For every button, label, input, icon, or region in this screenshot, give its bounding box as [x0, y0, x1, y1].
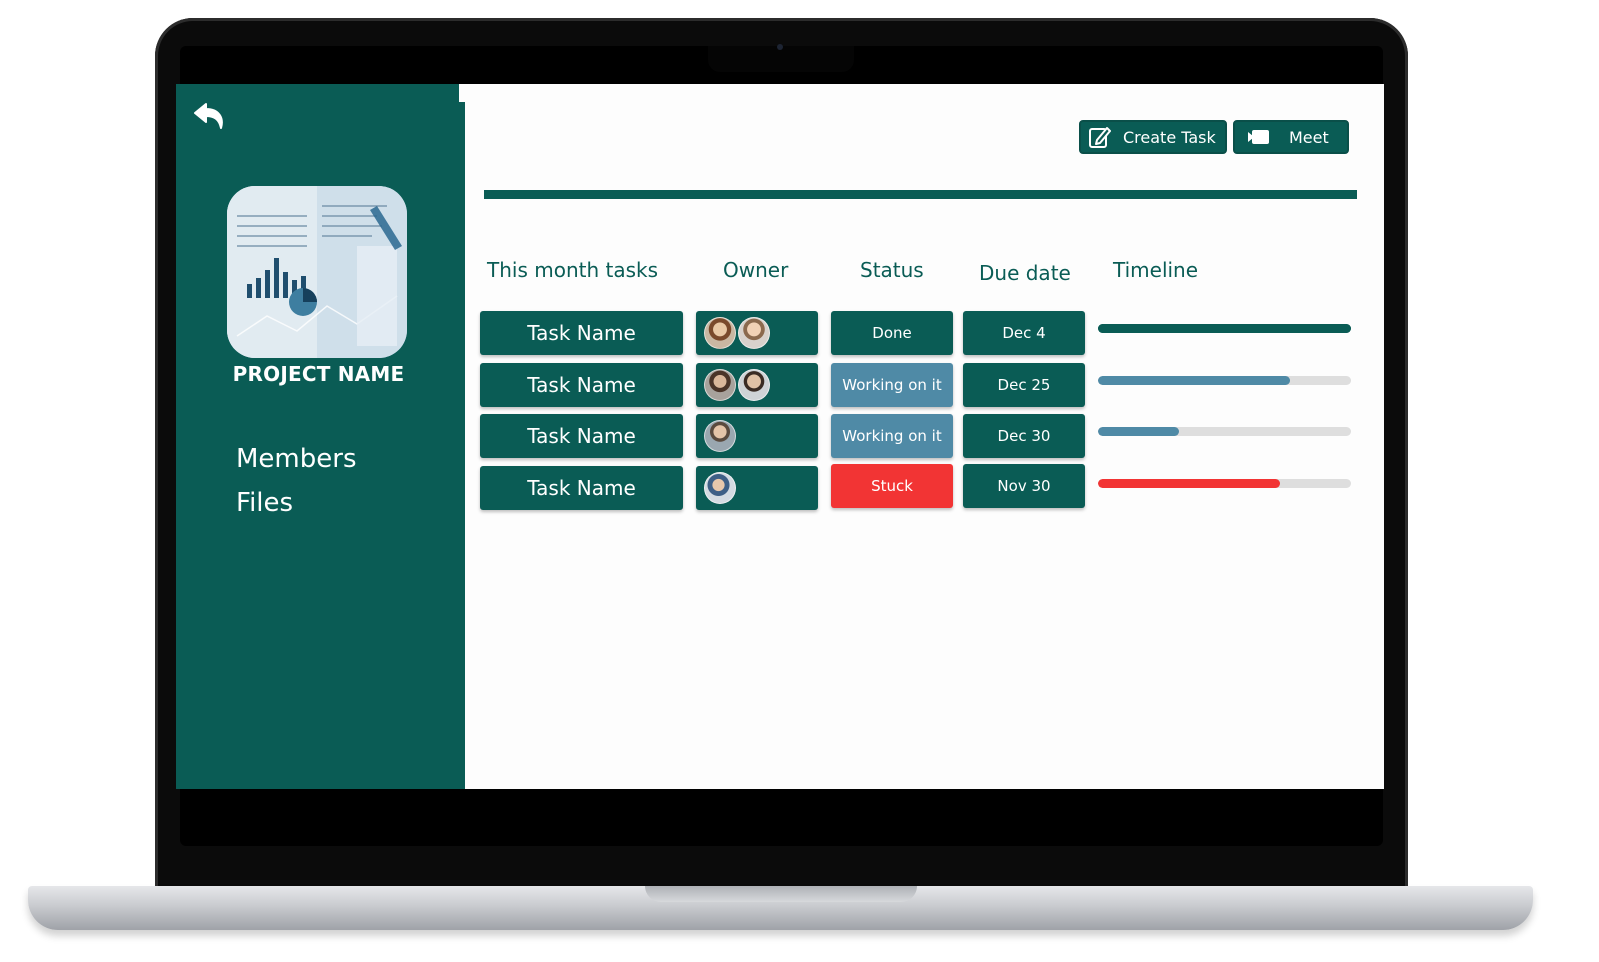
avatar: [704, 317, 736, 349]
owner-cell[interactable]: [696, 466, 818, 510]
timeline-progress: [1098, 376, 1291, 385]
avatar: [738, 369, 770, 401]
task-name-cell[interactable]: Task Name: [480, 414, 683, 458]
edit-icon: [1089, 127, 1111, 148]
due-date-cell[interactable]: Dec 25: [963, 363, 1085, 407]
timeline-bar: [1098, 427, 1351, 436]
column-header-due-date: Due date: [979, 261, 1071, 285]
due-date-cell[interactable]: Nov 30: [963, 464, 1085, 508]
status-badge[interactable]: Working on it: [831, 363, 953, 407]
column-header-status: Status: [860, 258, 924, 282]
avatar: [704, 472, 736, 504]
owner-cell[interactable]: [696, 414, 818, 458]
sidebar: PROJECT NAME Members Files: [176, 84, 459, 789]
create-task-label: Create Task: [1123, 127, 1216, 147]
column-header-task: This month tasks: [487, 258, 659, 282]
timeline-bar: [1098, 479, 1351, 488]
sidebar-edge: [459, 102, 465, 789]
avatar: [704, 420, 736, 452]
status-badge[interactable]: Done: [831, 311, 953, 355]
avatar: [704, 369, 736, 401]
timeline-progress: [1098, 427, 1179, 436]
sidebar-item-members[interactable]: Members: [236, 444, 357, 474]
header-divider: [484, 190, 1357, 199]
column-header-owner: Owner: [723, 258, 789, 282]
task-name-cell[interactable]: Task Name: [480, 311, 683, 355]
timeline-progress: [1098, 479, 1281, 488]
video-camera-icon: [1248, 130, 1269, 144]
owner-cell[interactable]: [696, 363, 818, 407]
timeline-bar: [1098, 376, 1351, 385]
camera-notch: [708, 46, 854, 72]
due-date-cell[interactable]: Dec 4: [963, 311, 1085, 355]
create-task-button[interactable]: Create Task: [1079, 120, 1227, 154]
owner-cell[interactable]: [696, 311, 818, 355]
status-badge[interactable]: Working on it: [831, 414, 953, 458]
task-name-cell[interactable]: Task Name: [480, 363, 683, 407]
task-name-cell[interactable]: Task Name: [480, 466, 683, 510]
back-arrow-icon[interactable]: [192, 98, 232, 136]
status-badge[interactable]: Stuck: [831, 464, 953, 508]
avatar: [738, 317, 770, 349]
project-name: PROJECT NAME: [232, 362, 405, 386]
project-image: [227, 186, 407, 358]
app-screen: PROJECT NAME Members Files Create Task M…: [176, 84, 1384, 789]
sidebar-item-files[interactable]: Files: [236, 488, 293, 518]
timeline-progress: [1098, 324, 1351, 333]
column-header-timeline: Timeline: [1113, 258, 1199, 282]
timeline-bar: [1098, 324, 1351, 333]
meet-button[interactable]: Meet: [1233, 120, 1349, 154]
meet-label: Meet: [1289, 127, 1329, 147]
camera-lens: [777, 44, 783, 50]
laptop-base-lip: [645, 886, 917, 902]
due-date-cell[interactable]: Dec 30: [963, 414, 1085, 458]
